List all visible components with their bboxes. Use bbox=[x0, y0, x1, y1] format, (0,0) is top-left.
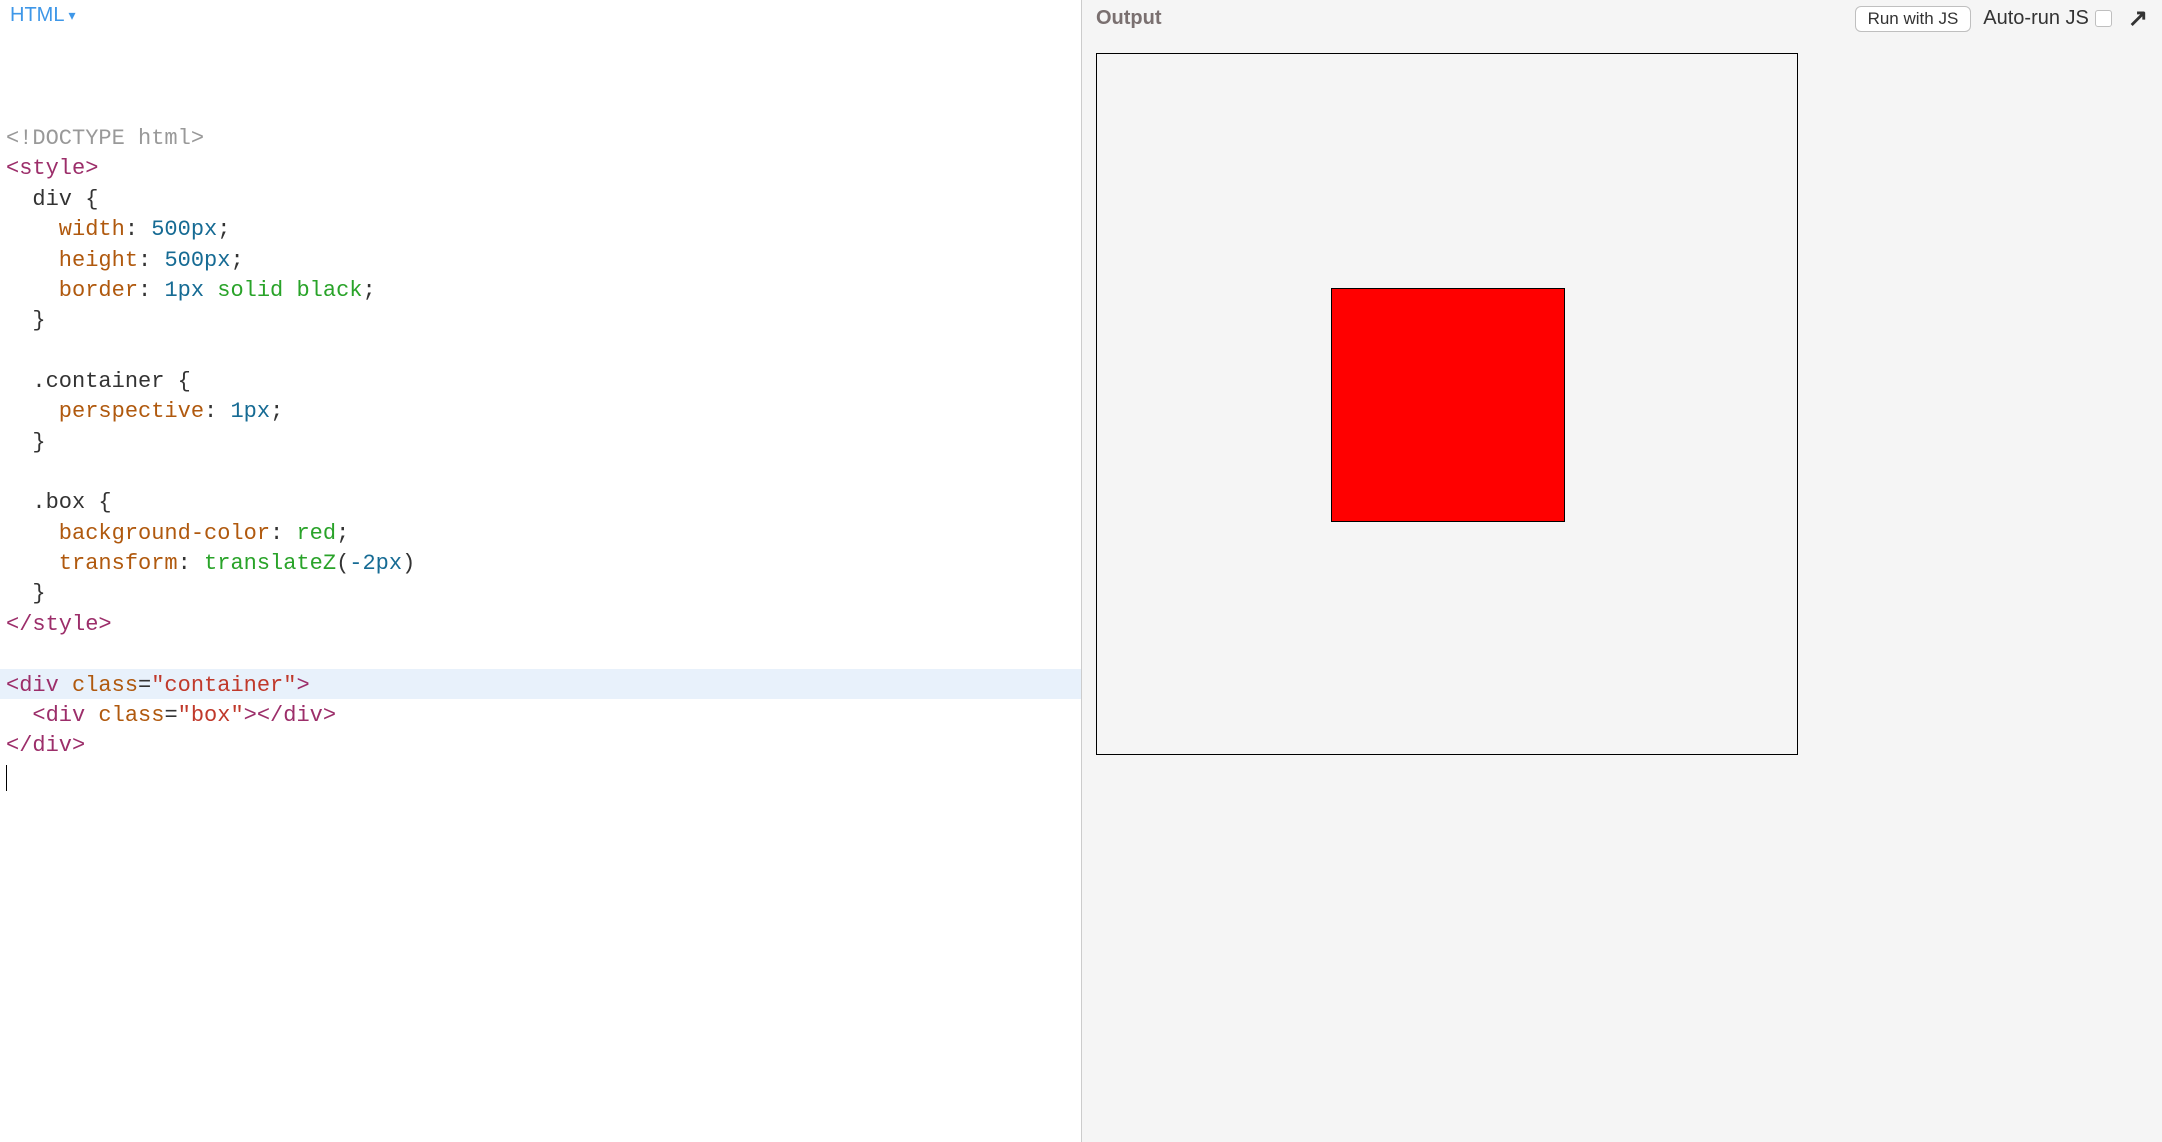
code-token: } bbox=[6, 581, 46, 606]
code-token: </style> bbox=[6, 612, 112, 637]
code-token: } bbox=[6, 430, 46, 455]
code-token bbox=[283, 278, 296, 303]
code-token: width bbox=[6, 217, 125, 242]
chevron-down-icon: ▾ bbox=[68, 7, 75, 24]
code-token: </div> bbox=[6, 733, 85, 758]
editor-language-tab[interactable]: HTML ▾ bbox=[10, 4, 75, 27]
editor-caret bbox=[6, 765, 7, 791]
code-token: <!DOCTYPE html> bbox=[6, 126, 204, 151]
output-header: Output Run with JS Auto-run JS ↗ bbox=[1082, 0, 2162, 39]
editor-pane: HTML ▾ <!DOCTYPE html> <style> div { wid… bbox=[0, 0, 1081, 1142]
code-token: 1px bbox=[164, 278, 204, 303]
code-token: -2px bbox=[349, 551, 402, 576]
run-with-js-button[interactable]: Run with JS bbox=[1855, 6, 1972, 32]
code-token: : bbox=[138, 278, 164, 303]
code-token: : bbox=[138, 248, 164, 273]
app-root: HTML ▾ <!DOCTYPE html> <style> div { wid… bbox=[0, 0, 2162, 1142]
output-pane: Output Run with JS Auto-run JS ↗ bbox=[1081, 0, 2162, 1142]
code-token: ( bbox=[336, 551, 349, 576]
code-token: : bbox=[204, 399, 230, 424]
code-token: > bbox=[244, 703, 257, 728]
code-token: ; bbox=[217, 217, 230, 242]
code-token: > bbox=[296, 673, 309, 698]
code-token: black bbox=[296, 278, 362, 303]
code-token: .container { bbox=[6, 369, 191, 394]
code-token: .box { bbox=[6, 490, 112, 515]
code-token: = bbox=[138, 673, 151, 698]
code-token: </div> bbox=[257, 703, 336, 728]
code-token: class bbox=[72, 673, 138, 698]
code-token: ) bbox=[402, 551, 415, 576]
code-token: 500px bbox=[164, 248, 230, 273]
code-token: : bbox=[270, 521, 296, 546]
code-token: transform bbox=[6, 551, 178, 576]
expand-icon[interactable]: ↗ bbox=[2124, 4, 2152, 33]
code-token: translateZ bbox=[204, 551, 336, 576]
code-token: 1px bbox=[230, 399, 270, 424]
code-token: <style> bbox=[6, 156, 98, 181]
code-token bbox=[59, 673, 72, 698]
code-token: ; bbox=[230, 248, 243, 273]
code-token: ; bbox=[362, 278, 375, 303]
code-token: div { bbox=[6, 187, 98, 212]
code-token: "container" bbox=[151, 673, 296, 698]
code-token: solid bbox=[217, 278, 283, 303]
code-token: : bbox=[178, 551, 204, 576]
output-viewport bbox=[1082, 39, 2162, 1142]
editor-language-label: HTML bbox=[10, 4, 64, 27]
code-token: class bbox=[98, 703, 164, 728]
output-title: Output bbox=[1096, 7, 1843, 30]
code-token: height bbox=[6, 248, 138, 273]
code-token: } bbox=[6, 308, 46, 333]
auto-run-js-label: Auto-run JS bbox=[1983, 7, 2089, 30]
code-token: = bbox=[164, 703, 177, 728]
code-token bbox=[204, 278, 217, 303]
code-token bbox=[85, 703, 98, 728]
demo-box bbox=[1331, 288, 1565, 522]
code-editor[interactable]: <!DOCTYPE html> <style> div { width: 500… bbox=[0, 33, 1081, 1142]
code-token: border bbox=[6, 278, 138, 303]
auto-run-js-toggle[interactable]: Auto-run JS bbox=[1983, 7, 2112, 30]
auto-run-js-checkbox[interactable] bbox=[2095, 10, 2112, 27]
code-token: <div bbox=[6, 673, 59, 698]
code-token: perspective bbox=[6, 399, 204, 424]
code-token: background-color bbox=[6, 521, 270, 546]
editor-header: HTML ▾ bbox=[0, 0, 1081, 33]
demo-container bbox=[1096, 53, 1798, 755]
code-token: ; bbox=[336, 521, 349, 546]
code-token bbox=[6, 703, 32, 728]
code-token: 500px bbox=[151, 217, 217, 242]
code-content: <!DOCTYPE html> <style> div { width: 500… bbox=[6, 124, 1075, 792]
code-token: ; bbox=[270, 399, 283, 424]
code-token: : bbox=[125, 217, 151, 242]
code-token: <div bbox=[32, 703, 85, 728]
code-token: "box" bbox=[178, 703, 244, 728]
code-token: red bbox=[296, 521, 336, 546]
